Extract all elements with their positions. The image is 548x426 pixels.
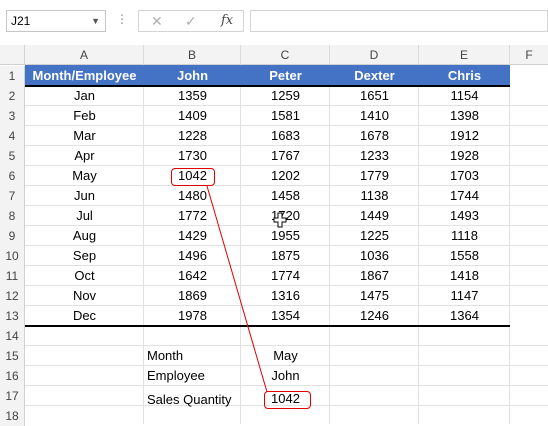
connector-arrow-line bbox=[206, 185, 268, 393]
cell-select-cursor-icon bbox=[273, 212, 287, 228]
